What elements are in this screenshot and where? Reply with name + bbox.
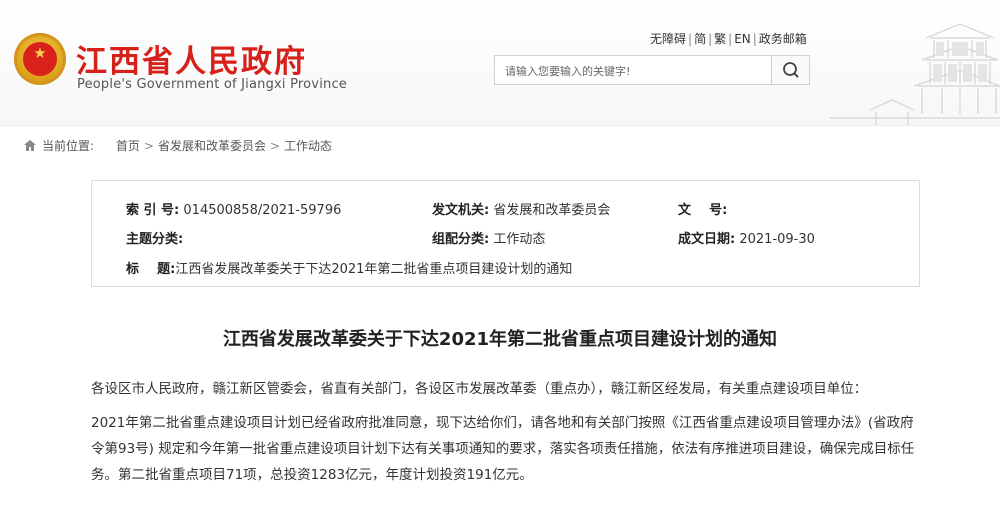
site-subtitle: People's Government of Jiangxi Province (77, 77, 347, 92)
national-emblem-icon: ★ (14, 33, 66, 85)
info-category-label: 组配分类: (432, 232, 490, 247)
info-date-value: 2021-09-30 (739, 232, 815, 247)
search-icon (783, 62, 799, 78)
document-info-box: 索 引 号: 014500858/2021-59796 发文机关: 省发展和改革… (91, 180, 920, 287)
info-topic: 主题分类: (126, 228, 183, 247)
search-input[interactable]: 请输入您要输入的关键字! (505, 63, 630, 79)
site-header: ★ 江西省人民政府 People's Government of Jiangxi… (0, 0, 1000, 126)
home-icon (24, 140, 36, 151)
info-docno-label: 文 号: (678, 203, 728, 218)
breadcrumb: 当前位置: 首页 > 省发展和改革委员会 > 工作动态 (24, 137, 332, 154)
info-category-value: 工作动态 (493, 232, 546, 247)
top-links: 无障碍 | 简 | 繁 | EN | 政务邮箱 (650, 32, 807, 46)
site-title[interactable]: 江西省人民政府 (76, 36, 307, 81)
info-date: 成文日期: 2021-09-30 (678, 228, 815, 247)
info-index: 索 引 号: 014500858/2021-59796 (126, 199, 341, 218)
search-button[interactable] (771, 56, 809, 84)
info-title-value: 江西省发展改革委关于下达2021年第二批省重点项目建设计划的通知 (175, 262, 573, 277)
info-docno: 文 号: (678, 199, 727, 218)
info-issuer-label: 发文机关: (432, 203, 490, 218)
search-box: 请输入您要输入的关键字! (494, 55, 810, 85)
pavilion-illustration (830, 23, 1000, 125)
info-index-value: 014500858/2021-59796 (183, 203, 342, 218)
article-paragraph-salutation: 各设区市人民政府，赣江新区管委会，省直有关部门，各设区市发展改革委（重点办），赣… (91, 381, 868, 397)
article-title: 江西省发展改革委关于下达2021年第二批省重点项目建设计划的通知 (222, 329, 778, 350)
breadcrumb-label: 当前位置: (42, 139, 95, 153)
article-paragraph-body: 2021年第二批省重点建设项目计划已经省政府批准同意，现下达给你们，请各地和有关… (91, 415, 915, 483)
info-title: 标 题:江西省发展改革委关于下达2021年第二批省重点项目建设计划的通知 (126, 258, 572, 277)
simplified-chinese-link[interactable]: 简 (694, 32, 706, 46)
info-topic-label: 主题分类: (126, 232, 184, 247)
info-index-label: 索 引 号: (126, 203, 180, 218)
info-date-label: 成文日期: (678, 232, 736, 247)
info-issuer-value: 省发展和改革委员会 (493, 203, 611, 218)
breadcrumb-home[interactable]: 首页 (116, 139, 140, 153)
breadcrumb-ndrc[interactable]: 省发展和改革委员会 (158, 139, 266, 153)
info-title-label: 标 题: (126, 262, 176, 277)
traditional-chinese-link[interactable]: 繁 (714, 32, 726, 46)
gov-mail-link[interactable]: 政务邮箱 (759, 32, 807, 46)
info-issuer: 发文机关: 省发展和改革委员会 (432, 199, 610, 218)
accessibility-link[interactable]: 无障碍 (650, 32, 686, 46)
english-link[interactable]: EN (734, 32, 751, 46)
info-category: 组配分类: 工作动态 (432, 228, 545, 247)
breadcrumb-work-news[interactable]: 工作动态 (284, 139, 332, 153)
